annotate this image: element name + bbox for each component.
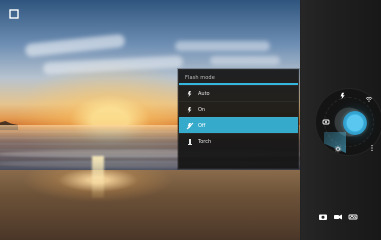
sand [0,170,300,240]
square-icon [8,5,20,24]
wifi-icon[interactable] [364,94,373,103]
flash-off-icon [185,121,194,130]
menu-item-label: Torch [198,138,212,145]
menu-item-off[interactable]: Off [179,117,298,133]
sun-reflection [92,156,104,198]
cloud [175,41,270,51]
menu-item-label: Off [198,122,206,129]
menu-title: Flash mode [179,70,298,85]
pano-icon[interactable] [347,212,358,222]
flash-mode-menu: Flash mode Auto On Off Torch [178,69,299,169]
auto-flash-icon [185,89,194,98]
shutter-button[interactable] [343,111,367,135]
mode-switcher[interactable] [317,212,358,222]
settings-icon[interactable] [333,144,342,153]
control-panel [300,0,381,240]
flash-icon[interactable] [338,91,347,100]
menu-item-label: Auto [198,90,210,97]
menu-item-torch[interactable]: Torch [179,133,298,149]
camera-icon[interactable] [317,212,328,222]
more-icon[interactable] [367,143,376,152]
top-left-button[interactable] [6,6,22,22]
menu-item-label: On [198,106,206,113]
camera-screen: Flash mode Auto On Off Torch [0,0,381,240]
menu-item-on[interactable]: On [179,101,298,117]
flash-on-icon [185,105,194,114]
torch-icon [185,137,194,146]
video-icon[interactable] [332,212,343,222]
cloud [210,56,280,65]
camera-switch-icon[interactable] [321,117,330,126]
menu-item-auto[interactable]: Auto [179,85,298,101]
